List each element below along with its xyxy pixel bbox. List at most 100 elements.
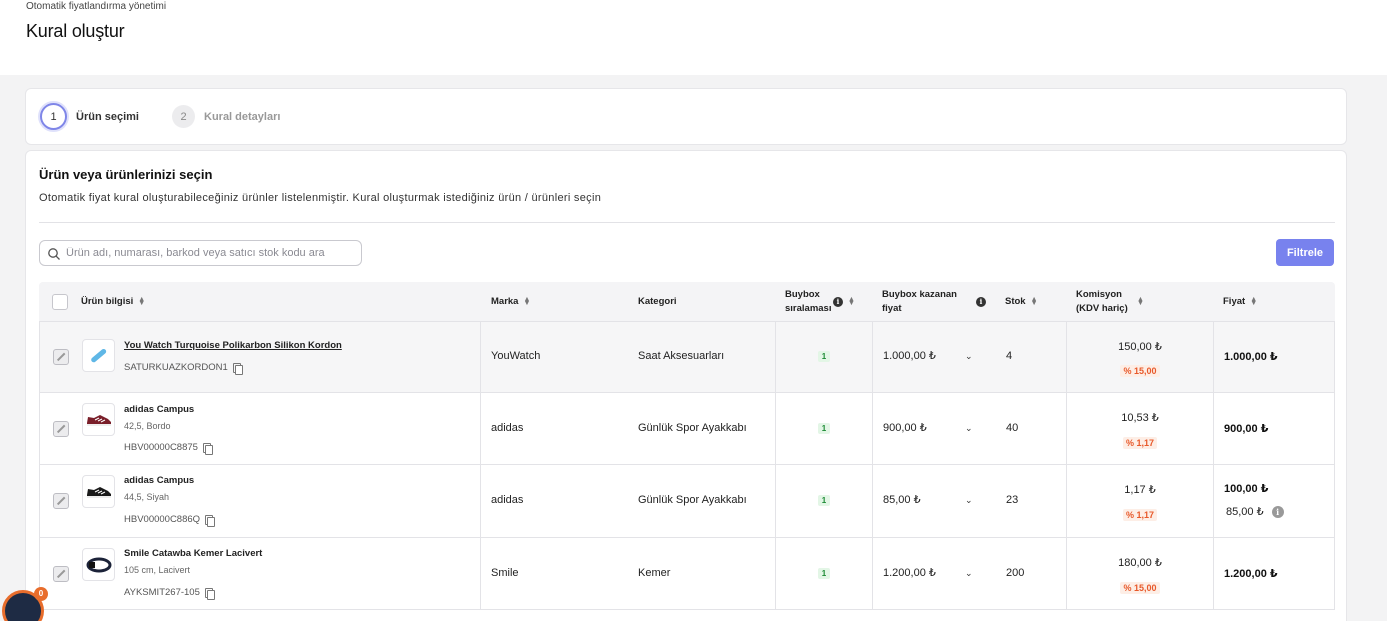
product-image	[82, 339, 115, 372]
commission-amount: 10,53 ₺	[1121, 412, 1159, 424]
step-rule-details[interactable]: 2 Kural detayları	[172, 105, 280, 128]
column-category: Kategori	[638, 282, 677, 322]
buybox-price-select[interactable]: 1.000,00 ₺	[883, 349, 936, 362]
stock-cell: 4	[1006, 350, 1013, 362]
column-price[interactable]: Fiyat ▲ ▼	[1223, 282, 1258, 322]
breadcrumb[interactable]: Otomatik fiyatlandırma yönetimi	[26, 1, 166, 12]
info-icon[interactable]: i	[1271, 505, 1284, 518]
column-label: Komisyon	[1076, 289, 1122, 300]
buybox-price-select[interactable]: 900,00 ₺	[883, 421, 927, 434]
row-checkbox[interactable]	[53, 493, 69, 509]
info-icon[interactable]: i	[833, 297, 843, 307]
commission-percent: % 1,17	[1090, 505, 1190, 523]
column-stock[interactable]: Stok ▲ ▼	[1005, 282, 1038, 322]
product-sku: HBV00000C886Q	[124, 514, 216, 527]
commission-percent: % 15,00	[1090, 361, 1190, 379]
table-row[interactable]: Smile Catawba Kemer Lacivert 105 cm, Lac…	[39, 538, 1335, 610]
chevron-down-icon[interactable]: ⌄	[965, 351, 975, 362]
column-commission[interactable]: Komisyon (KDV hariç) ▲ ▼	[1076, 282, 1144, 322]
chevron-down-icon[interactable]: ⌄	[965, 568, 975, 579]
chevron-down-icon[interactable]: ⌄	[965, 495, 975, 506]
column-product[interactable]: Ürün bilgisi ▲ ▼	[81, 282, 145, 322]
stock-cell: 23	[1006, 494, 1019, 506]
product-sku: HBV00000C8875	[124, 442, 213, 455]
commission-amount: 150,00 ₺	[1118, 341, 1162, 353]
buybox-rank-badge: 1	[818, 351, 830, 362]
search-box[interactable]	[39, 240, 362, 266]
product-sku: SATURKUAZKORDON1	[124, 362, 243, 375]
price-cell: 900,00 ₺	[1224, 423, 1269, 435]
price-cell: 1.000,00 ₺	[1224, 351, 1278, 363]
product-name[interactable]: adidas Campus	[124, 404, 194, 415]
product-selection-card: Ürün veya ürünlerinizi seçin Otomatik fi…	[25, 150, 1347, 621]
buybox-price-note: 85,00 ₺ i	[1226, 505, 1284, 518]
brand-cell: adidas	[491, 494, 524, 506]
chevron-down-icon[interactable]: ⌄	[965, 423, 975, 434]
column-label: fiyat	[882, 303, 902, 314]
card-title: Ürün veya ürünlerinizi seçin	[39, 167, 213, 182]
row-checkbox[interactable]	[53, 566, 69, 582]
product-image	[82, 548, 115, 581]
commission-percent: % 15,00	[1090, 578, 1190, 596]
buybox-rank-badge: 1	[818, 495, 830, 506]
copy-icon[interactable]	[205, 514, 216, 527]
sort-icon: ▲ ▼	[523, 296, 531, 307]
sort-icon: ▲ ▼	[848, 296, 855, 307]
table-row[interactable]: adidas Campus 42,5, Bordo HBV00000C8875 …	[39, 393, 1335, 465]
product-variant: 105 cm, Lacivert	[124, 565, 191, 575]
product-name-link[interactable]: You Watch Turquoise Polikarbon Silikon K…	[124, 340, 342, 351]
category-cell: Günlük Spor Ayakkabı	[638, 494, 747, 506]
select-all-checkbox[interactable]	[52, 294, 68, 310]
page-title: Kural oluştur	[26, 21, 125, 41]
step-number: 2	[172, 105, 195, 128]
brand-cell: adidas	[491, 422, 524, 434]
product-name[interactable]: Smile Catawba Kemer Lacivert	[124, 548, 262, 559]
copy-icon[interactable]	[202, 442, 213, 455]
price-cell: 1.200,00 ₺	[1224, 568, 1278, 580]
buybox-price-select[interactable]: 85,00 ₺	[883, 493, 921, 506]
category-cell: Kemer	[638, 567, 671, 579]
step-label: Ürün seçimi	[76, 110, 139, 123]
product-image	[82, 403, 115, 436]
stepper: 1 Ürün seçimi 2 Kural detayları	[25, 88, 1347, 145]
filter-button[interactable]: Filtrele	[1276, 239, 1334, 266]
column-label: Kategori	[638, 296, 677, 307]
watch-band-image	[90, 348, 106, 362]
commission-amount: 180,00 ₺	[1118, 557, 1162, 569]
card-description: Otomatik fiyat kural oluşturabileceğiniz…	[39, 192, 602, 204]
column-label: Marka	[491, 296, 519, 307]
table-row[interactable]: You Watch Turquoise Polikarbon Silikon K…	[39, 322, 1335, 393]
stock-cell: 40	[1006, 422, 1019, 434]
copy-icon[interactable]	[232, 362, 243, 375]
info-icon[interactable]: i	[976, 297, 986, 307]
buybox-rank-badge: 1	[818, 568, 830, 579]
divider	[39, 222, 1335, 223]
products-table: Ürün bilgisi ▲ ▼ Marka ▲ ▼ Kategori Buybox sı…	[39, 282, 1335, 610]
row-checkbox[interactable]	[53, 421, 69, 437]
column-buybox-rank[interactable]: Buybox sıralaması i ▲ ▼	[785, 282, 855, 322]
column-label: Fiyat	[1223, 296, 1246, 307]
product-sku: AYKSMIT267-105	[124, 587, 215, 600]
belt-image	[86, 557, 111, 572]
column-brand[interactable]: Marka ▲ ▼	[491, 282, 531, 322]
search-input[interactable]	[66, 241, 356, 265]
sort-icon: ▲ ▼	[1250, 296, 1258, 307]
product-name[interactable]: adidas Campus	[124, 475, 194, 486]
product-variant: 44,5, Siyah	[124, 492, 170, 502]
step-label: Kural detayları	[204, 110, 281, 123]
product-variant: 42,5, Bordo	[124, 421, 171, 431]
step-product-selection[interactable]: 1 Ürün seçimi	[40, 103, 139, 130]
column-label: sıralaması	[785, 303, 832, 314]
buybox-price-select[interactable]: 1.200,00 ₺	[883, 566, 936, 579]
row-checkbox[interactable]	[53, 349, 69, 365]
category-cell: Saat Aksesuarları	[638, 350, 725, 362]
copy-icon[interactable]	[204, 587, 215, 600]
table-row[interactable]: adidas Campus 44,5, Siyah HBV00000C886Q …	[39, 465, 1335, 538]
buybox-rank-badge: 1	[818, 423, 830, 434]
commission-percent: % 1,17	[1090, 433, 1190, 451]
brand-cell: Smile	[491, 567, 519, 579]
column-buybox-price: Buybox kazanan fiyat i	[882, 282, 986, 322]
product-image	[82, 475, 115, 508]
sort-icon: ▲ ▼	[1030, 296, 1038, 307]
column-label: Ürün bilgisi	[81, 296, 134, 307]
